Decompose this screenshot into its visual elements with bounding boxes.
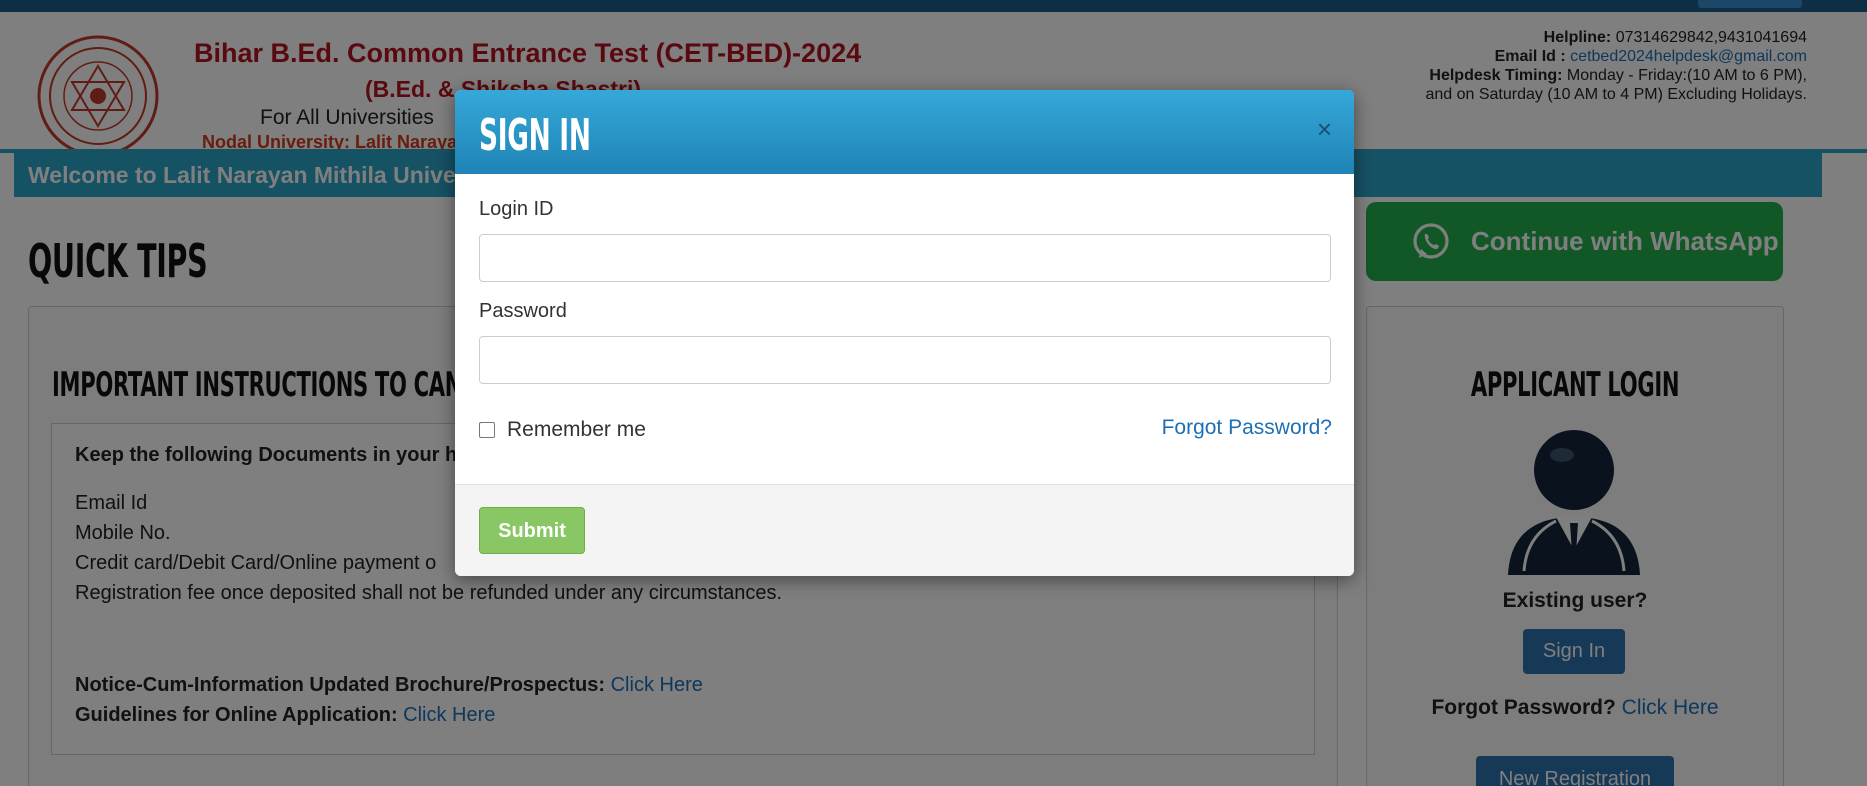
close-icon[interactable]: × [1317, 116, 1332, 142]
sign-in-modal: SIGN IN × Login ID Password Remember me … [455, 90, 1354, 576]
page: Bihar B.Ed. Common Entrance Test (CET-BE… [0, 0, 1867, 786]
remember-me-label: Remember me [507, 418, 646, 441]
modal-title: SIGN IN [479, 110, 591, 161]
remember-me-checkbox[interactable] [479, 422, 495, 438]
forgot-password-link[interactable]: Forgot Password? [1162, 416, 1332, 440]
login-id-input[interactable] [479, 234, 1331, 282]
password-input[interactable] [479, 336, 1331, 384]
login-id-label: Login ID [479, 198, 554, 220]
modal-header: SIGN IN × [455, 90, 1354, 174]
password-label: Password [479, 300, 567, 322]
remember-me[interactable]: Remember me [479, 418, 646, 442]
modal-footer: Submit [455, 484, 1354, 576]
submit-button[interactable]: Submit [479, 507, 585, 554]
